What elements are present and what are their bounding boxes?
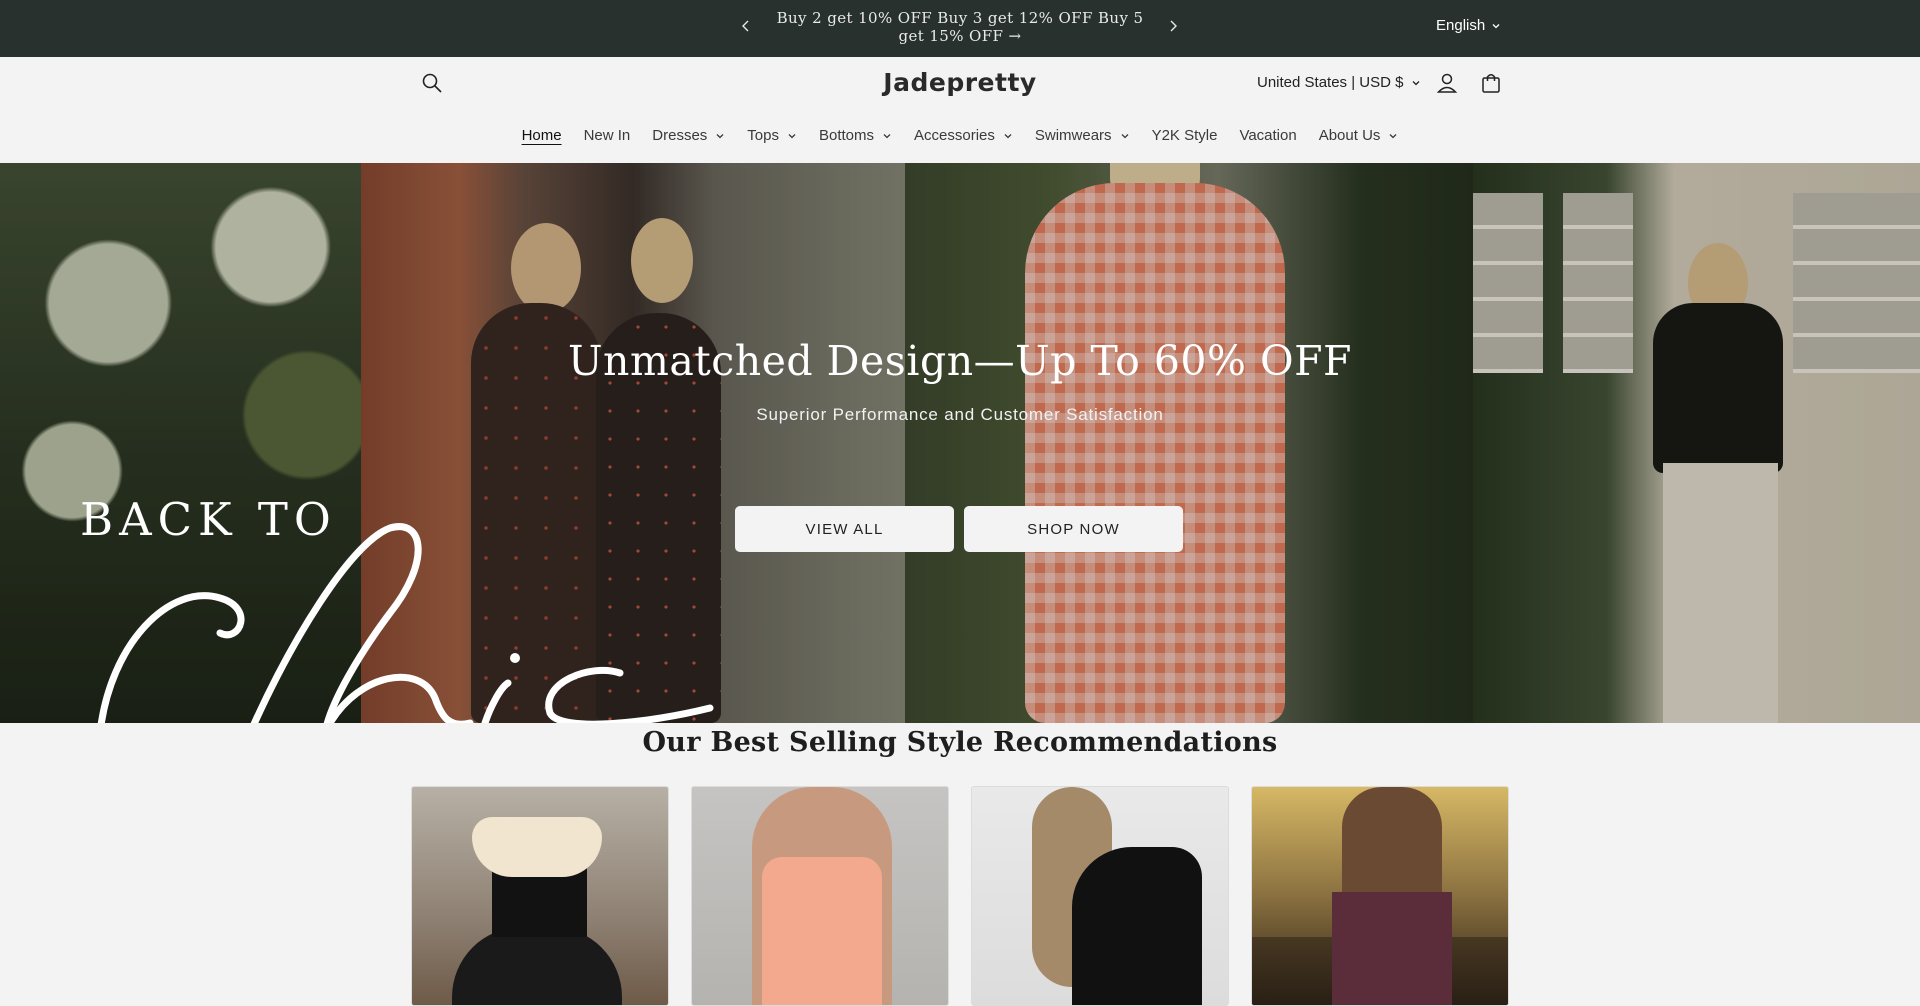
chevron-down-icon — [1121, 134, 1129, 139]
announcement-bar: Buy 2 get 10% OFF Buy 3 get 12% OFF Buy … — [0, 0, 1920, 57]
hero-content: Unmatched Design—Up To 60% OFF Superior … — [560, 333, 1360, 425]
product-card[interactable] — [971, 786, 1229, 1006]
nav-item-home[interactable]: Home — [511, 126, 573, 146]
nav-item-bottoms[interactable]: Bottoms — [808, 126, 903, 146]
chevron-down-icon — [883, 134, 891, 139]
chevron-down-icon — [1004, 134, 1012, 139]
hero-buttons: VIEW ALL SHOP NOW — [735, 506, 1183, 552]
nav-item-accessories[interactable]: Accessories — [903, 126, 1024, 146]
product-card[interactable] — [691, 786, 949, 1006]
language-label: English — [1436, 17, 1486, 34]
site-header: Jadepretty United States | USD $ Home Ne… — [0, 57, 1920, 163]
nav-label: Y2K Style — [1151, 127, 1218, 144]
nav-label: Bottoms — [818, 127, 875, 144]
search-icon[interactable] — [418, 69, 446, 97]
chevron-down-icon — [1389, 134, 1397, 139]
chevron-down-icon — [1413, 80, 1420, 85]
hero-script-chic: chic — [97, 523, 714, 723]
chevron-down-icon — [1492, 23, 1500, 28]
hero-title: Unmatched Design—Up To 60% OFF — [568, 337, 1352, 385]
product-card[interactable] — [1251, 786, 1509, 1006]
hero-banner[interactable]: BACK TO chic Unmatched Design—Up To 60% … — [0, 163, 1920, 723]
account-icon[interactable] — [1433, 69, 1461, 97]
nav-item-y2k-style[interactable]: Y2K Style — [1141, 126, 1229, 146]
nav-item-swimwears[interactable]: Swimwears — [1024, 126, 1141, 146]
chevron-down-icon — [716, 134, 724, 139]
nav-label: Home — [521, 127, 562, 144]
shop-now-button[interactable]: SHOP NOW — [964, 506, 1183, 552]
site-logo[interactable]: Jadepretty — [868, 68, 1052, 98]
nav-item-about-us[interactable]: About Us — [1308, 126, 1410, 146]
cart-icon[interactable] — [1477, 69, 1505, 97]
nav-label: Vacation — [1239, 127, 1297, 144]
announcement-message[interactable]: Buy 2 get 10% OFF Buy 3 get 12% OFF Buy … — [770, 9, 1150, 45]
product-grid — [411, 786, 1509, 1006]
nav-label: New In — [583, 127, 631, 144]
nav-label: Tops — [747, 127, 779, 144]
currency-selector[interactable]: United States | USD $ — [1257, 74, 1421, 91]
arrow-right-icon: → — [1008, 27, 1022, 45]
view-all-button[interactable]: VIEW ALL — [735, 506, 954, 552]
nav-item-new-in[interactable]: New In — [573, 126, 642, 146]
nav-item-vacation[interactable]: Vacation — [1228, 126, 1307, 146]
nav-label: Swimwears — [1034, 127, 1112, 144]
nav-label: Dresses — [652, 127, 708, 144]
nav-item-tops[interactable]: Tops — [736, 126, 808, 146]
announcement-text: Buy 2 get 10% OFF Buy 3 get 12% OFF Buy … — [776, 9, 1144, 45]
hero-subtitle: Superior Performance and Customer Satisf… — [756, 405, 1164, 424]
nav-label: About Us — [1318, 127, 1381, 144]
nav-label: Accessories — [914, 127, 995, 144]
currency-label: United States | USD $ — [1257, 74, 1404, 91]
nav-item-dresses[interactable]: Dresses — [641, 126, 736, 146]
chevron-left-icon[interactable] — [736, 17, 756, 37]
chevron-right-icon[interactable] — [1163, 17, 1183, 37]
product-card[interactable] — [411, 786, 669, 1006]
main-nav: Home New In Dresses Tops Bottoms Accesso… — [0, 126, 1920, 146]
chevron-down-icon — [788, 134, 796, 139]
language-selector[interactable]: English — [1436, 17, 1501, 34]
section-title: Our Best Selling Style Recommendations — [642, 727, 1278, 758]
